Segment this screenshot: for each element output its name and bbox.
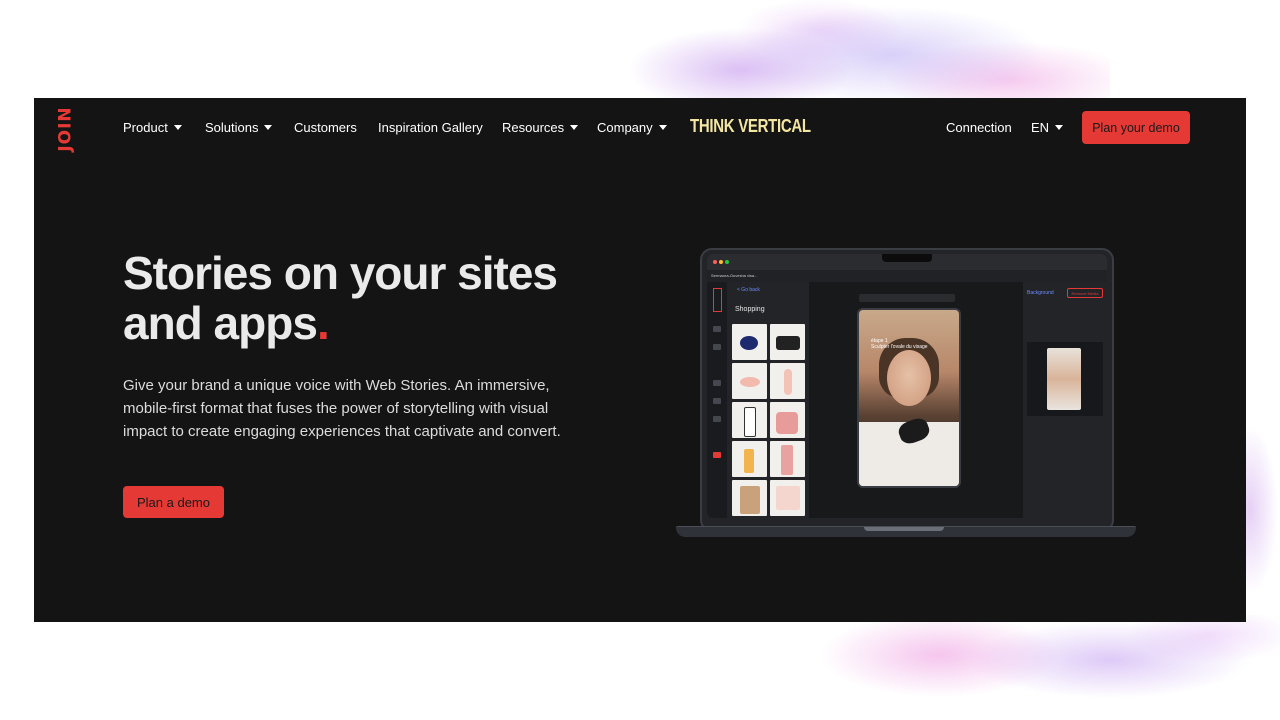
product-thumb xyxy=(732,441,767,477)
chevron-down-icon xyxy=(264,125,273,130)
laptop-base xyxy=(676,526,1136,537)
nav-item-solutions[interactable]: Solutions xyxy=(205,120,273,135)
camera-notch xyxy=(882,254,932,262)
chevron-down-icon xyxy=(658,125,667,130)
nav-label: Resources xyxy=(502,120,565,135)
website-screenshot: JOIN Product Solutions Customers Inspira… xyxy=(34,98,1246,622)
hero-title-line2: and apps xyxy=(123,297,318,349)
browser-bar xyxy=(707,254,1107,270)
sticker-tool-icon xyxy=(713,398,721,404)
media-tool-icon xyxy=(713,344,721,350)
background-label: Background xyxy=(1027,290,1054,296)
nav-label: Inspiration Gallery xyxy=(378,120,483,135)
shopping-panel: < Go back Shopping xyxy=(727,282,809,518)
close-dot-icon xyxy=(713,260,717,264)
laptop-mockup: Sermaora-Ouvesha visa... < Go back Shopp… xyxy=(676,246,1136,546)
properties-panel: Background Remove Media xyxy=(1023,282,1107,518)
product-thumb xyxy=(770,324,805,360)
think-vertical-link[interactable]: THINK VERTICAL xyxy=(690,116,811,136)
remove-media-button: Remove Media xyxy=(1067,288,1103,298)
panel-title: Shopping xyxy=(735,306,765,313)
watercolor-decoration-top xyxy=(590,0,1110,110)
product-thumb xyxy=(770,363,805,399)
hero-title: Stories on your sites and apps. xyxy=(123,248,603,348)
navbar: JOIN Product Solutions Customers Inspira… xyxy=(34,98,1246,158)
nav-label: Solutions xyxy=(205,120,259,135)
nav-label: Customers xyxy=(294,120,357,135)
background-preview xyxy=(1027,342,1103,416)
nav-item-customers[interactable]: Customers xyxy=(294,120,357,135)
product-thumb xyxy=(770,402,805,438)
language-label: EN xyxy=(1031,120,1050,135)
browser-tab: Sermaora-Ouvesha visa... xyxy=(707,270,1107,282)
plan-a-demo-button[interactable]: Plan a demo xyxy=(123,486,224,518)
shopping-tool-icon xyxy=(713,452,721,458)
laptop-lid: Sermaora-Ouvesha visa... < Go back Shopp… xyxy=(700,248,1114,532)
hero-description: Give your brand a unique voice with Web … xyxy=(123,377,561,440)
product-thumb xyxy=(732,402,767,438)
chevron-down-icon xyxy=(173,125,182,130)
language-selector[interactable]: EN xyxy=(1031,120,1064,135)
nav-label: Product xyxy=(123,120,168,135)
text-tool-icon xyxy=(713,326,721,332)
maximize-dot-icon xyxy=(725,260,729,264)
connection-label: Connection xyxy=(946,120,1012,135)
grid-tool-icon xyxy=(713,416,721,422)
story-caption: étape 1 Sculpter l'ovale du visage xyxy=(871,338,928,350)
nav-item-product[interactable]: Product xyxy=(123,120,182,135)
editor-tool-rail xyxy=(707,282,728,518)
product-thumb xyxy=(732,480,767,516)
product-thumb xyxy=(732,324,767,360)
story-canvas: étape 1 Sculpter l'ovale du visage xyxy=(809,282,1023,518)
chevron-down-icon xyxy=(570,125,579,130)
plan-your-demo-button[interactable]: Plan your demo xyxy=(1082,111,1190,144)
product-thumb xyxy=(732,363,767,399)
minimize-dot-icon xyxy=(719,260,723,264)
go-back-link: < Go back xyxy=(737,287,760,293)
join-logo[interactable]: JOIN xyxy=(56,104,76,154)
nav-item-company[interactable]: Company xyxy=(597,120,667,135)
hero-title-line1: Stories on your sites xyxy=(123,247,558,299)
story-preview: étape 1 Sculpter l'ovale du visage xyxy=(857,308,961,488)
product-thumb xyxy=(770,441,805,477)
editor-screen: Sermaora-Ouvesha visa... < Go back Shopp… xyxy=(707,254,1107,518)
join-mini-logo xyxy=(713,288,722,312)
nav-item-inspiration-gallery[interactable]: Inspiration Gallery xyxy=(378,120,483,135)
chevron-down-icon xyxy=(1055,125,1064,130)
nav-label: Company xyxy=(597,120,653,135)
preview-face xyxy=(887,350,931,406)
nav-item-resources[interactable]: Resources xyxy=(502,120,579,135)
watercolor-decoration-bottom xyxy=(780,615,1280,720)
product-thumb xyxy=(770,480,805,516)
shape-tool-icon xyxy=(713,380,721,386)
canvas-toolbar xyxy=(859,294,955,302)
connection-link[interactable]: Connection xyxy=(946,120,1012,135)
hero-title-dot: . xyxy=(316,297,330,349)
